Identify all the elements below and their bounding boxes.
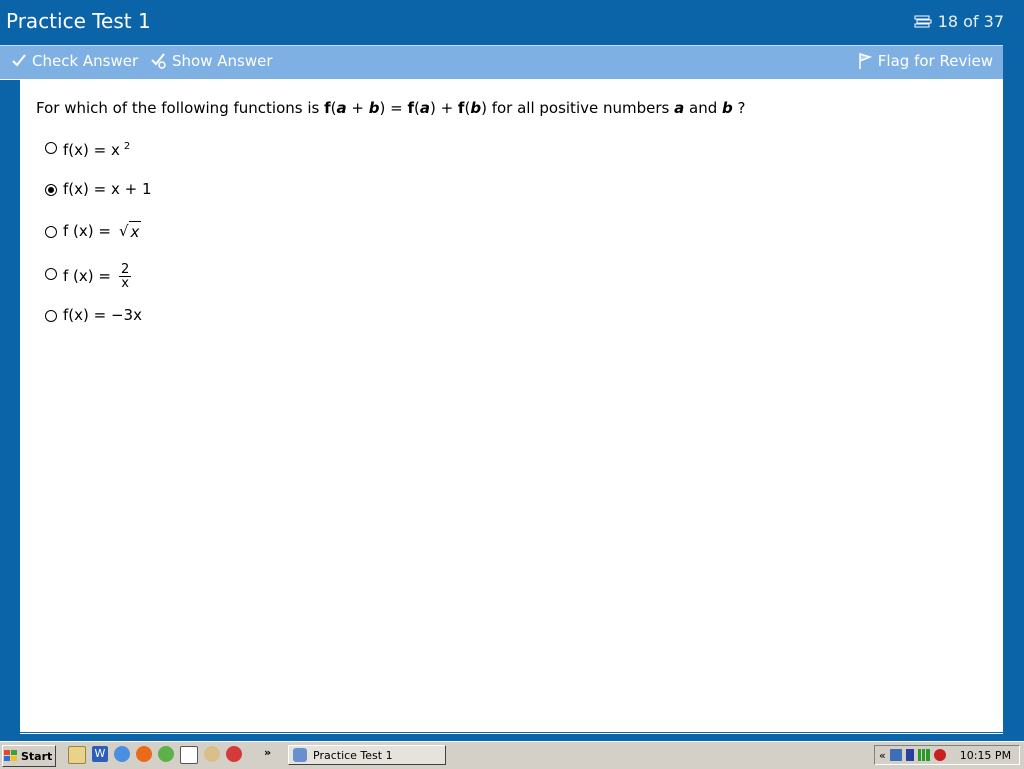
itunes-icon[interactable] (158, 746, 174, 762)
question-eq: = (385, 99, 408, 117)
square-root: √ x (118, 221, 142, 241)
answer-options: f(x) = x2 f(x) = x + 1 f (x) = √ x f (x) =… (45, 137, 152, 347)
tray-expand-button[interactable]: « (879, 749, 886, 762)
answer-option-label: f (x) = 2 x (63, 262, 132, 291)
radio-button[interactable] (45, 226, 57, 238)
media-icon[interactable] (204, 746, 220, 762)
answer-option-label: f (x) = √ x (63, 221, 142, 242)
flag-icon (859, 52, 873, 69)
question-plus: + (435, 99, 458, 117)
java-icon (293, 748, 307, 762)
check-answer-label: Check Answer (32, 52, 139, 70)
fraction-denominator: x (121, 276, 129, 291)
firefox-icon[interactable] (136, 746, 152, 762)
calendar-icon[interactable] (180, 746, 198, 764)
answer-option-text: f (x) = (63, 222, 111, 240)
taskbar-item-practice-test[interactable]: Practice Test 1 (288, 745, 446, 765)
question-var-b: b (722, 99, 733, 117)
answer-option-text: f (x) = (63, 267, 111, 285)
flag-for-review-label: Flag for Review (877, 52, 993, 70)
question-panel: For which of the following functions is … (20, 79, 1003, 732)
signal-strength-icon[interactable] (917, 749, 930, 761)
answer-option-superscript: 2 (123, 141, 131, 152)
check-answer-button[interactable]: Check Answer (10, 52, 138, 70)
radio-button[interactable] (45, 310, 57, 322)
question-prefix: For which of the following functions is (36, 99, 325, 117)
question-var-a: a (419, 99, 430, 117)
show-answer-label: Show Answer (172, 52, 273, 70)
question-var-b: b (470, 99, 482, 117)
show-answer-icon (151, 53, 166, 69)
question-list-icon[interactable] (914, 15, 932, 29)
question-suffix: for all positive numbers (486, 99, 675, 117)
flag-for-review-button[interactable]: Flag for Review (856, 52, 993, 70)
paint-icon[interactable] (226, 746, 242, 762)
question-mark: ? (732, 99, 746, 117)
radio-button[interactable] (45, 184, 57, 196)
question-var-a: a (674, 99, 685, 117)
question-var-b: b (368, 99, 380, 117)
answer-option-label: f(x) = x2 (63, 137, 130, 160)
radicand: x (128, 221, 142, 241)
question-var-a: a (336, 99, 347, 117)
word-icon[interactable]: W (92, 746, 108, 762)
security-shield-icon[interactable] (933, 749, 946, 761)
quick-launch-more-button[interactable]: » (264, 746, 271, 759)
question-counter: 18 of 37 (914, 12, 1004, 31)
toolbar: Check Answer Show Answer Flag for Review (0, 45, 1003, 80)
radio-button[interactable] (45, 268, 57, 280)
internet-explorer-icon[interactable] (114, 746, 130, 762)
show-answer-button[interactable]: Show Answer (150, 52, 273, 70)
answer-option[interactable]: f(x) = x2 (45, 137, 152, 179)
start-label: Start (21, 749, 53, 763)
clock[interactable]: 10:15 PM (960, 749, 1011, 762)
network-icon[interactable] (889, 749, 902, 761)
check-icon (12, 54, 26, 67)
answer-option[interactable]: f(x) = −3x (45, 305, 152, 347)
taskbar: Start W » Practice Test 1 « 10:15 PM (0, 741, 1024, 769)
answer-option-label: f(x) = −3x (63, 306, 142, 324)
question-text: For which of the following functions is … (36, 99, 745, 117)
answer-option[interactable]: f (x) = √ x (45, 221, 152, 263)
fraction: 2x (118, 262, 132, 291)
show-desktop-icon[interactable] (68, 746, 86, 764)
title-bar: Practice Test 1 18 of 37 (0, 0, 1024, 44)
system-tray: « 10:15 PM (874, 745, 1020, 765)
question-counter-label: 18 of 37 (937, 12, 1004, 31)
answer-option-text: f(x) = x (63, 141, 120, 159)
answer-option-label: f(x) = x + 1 (63, 180, 152, 198)
taskbar-item-label: Practice Test 1 (313, 748, 393, 762)
radio-button[interactable] (45, 142, 57, 154)
question-plus: + (346, 99, 369, 117)
start-button[interactable]: Start (2, 745, 56, 767)
window-title: Practice Test 1 (6, 9, 151, 33)
battery-icon[interactable] (905, 749, 914, 761)
answer-option[interactable]: f(x) = x + 1 (45, 179, 152, 221)
answer-option[interactable]: f (x) = 2 x (45, 263, 152, 305)
fraction-numerator: 2 (118, 262, 132, 277)
question-and: and (684, 99, 722, 117)
quick-launch: W (68, 746, 242, 764)
windows-logo-icon (4, 750, 17, 761)
